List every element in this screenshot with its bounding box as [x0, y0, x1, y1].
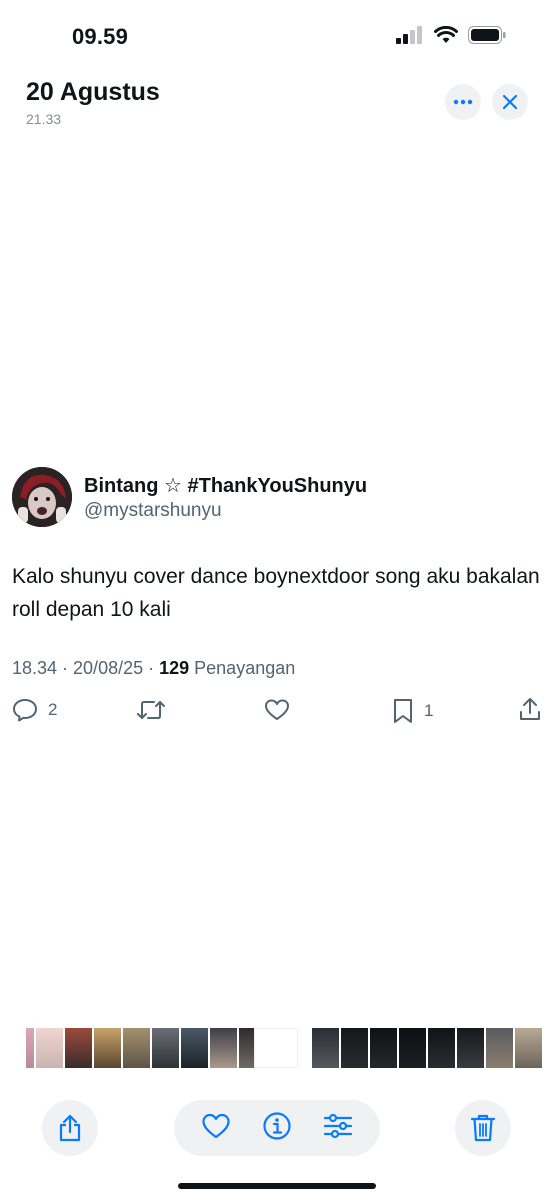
avatar[interactable] — [12, 467, 72, 527]
wifi-icon — [434, 26, 458, 43]
views-label: Penayangan — [189, 658, 296, 678]
heart-icon — [202, 1113, 230, 1138]
share-button[interactable] — [518, 696, 542, 722]
thumbnail[interactable] — [210, 1028, 237, 1068]
thumbnail-current[interactable] — [254, 1028, 298, 1068]
retweet-button[interactable] — [136, 698, 166, 722]
thumbnail[interactable] — [181, 1028, 208, 1068]
status-icons — [396, 26, 506, 44]
favorite-button[interactable] — [201, 1112, 231, 1145]
ios-share-button[interactable] — [42, 1100, 98, 1156]
thumbnail[interactable] — [341, 1028, 368, 1068]
more-icon — [453, 99, 473, 105]
thumbnail[interactable] — [428, 1028, 455, 1068]
thumbnail[interactable] — [515, 1028, 542, 1068]
share-icon — [520, 698, 540, 720]
status-bar: 09.59 — [0, 0, 554, 70]
thumbnail[interactable] — [457, 1028, 484, 1068]
home-indicator[interactable] — [178, 1183, 376, 1189]
close-button[interactable] — [492, 84, 528, 120]
thumbnail[interactable] — [399, 1028, 426, 1068]
header-title: 20 Agustus — [26, 78, 160, 106]
display-name[interactable]: Bintang ☆ #ThankYouShunyu — [84, 473, 367, 498]
views-count: 129 — [159, 658, 190, 678]
header-time: 21.33 — [26, 111, 62, 127]
adjust-button[interactable] — [323, 1112, 353, 1145]
photo-filmstrip[interactable] — [26, 1028, 546, 1068]
user-handle[interactable]: @mystarshunyu — [84, 500, 222, 522]
delete-button[interactable] — [455, 1100, 511, 1156]
tweet-text: Kalo shunyu cover dance boynextdoor song… — [12, 565, 540, 621]
thumbnail[interactable] — [36, 1028, 63, 1068]
tweet-actions: 2 1 — [0, 698, 554, 728]
reply-count: 2 — [48, 700, 58, 719]
thumbnail[interactable] — [123, 1028, 150, 1068]
thumbnail[interactable] — [486, 1028, 513, 1068]
reply-button[interactable]: 2 — [12, 698, 57, 722]
bottom-toolbar — [0, 1100, 554, 1160]
tweet-meta: 18.34 · 20/08/25 · 129 Penayangan — [12, 658, 295, 679]
cellular-signal-icon — [396, 26, 422, 44]
bookmark-button[interactable]: 1 — [392, 698, 433, 724]
thumbnail[interactable] — [94, 1028, 121, 1068]
bookmark-icon — [394, 699, 412, 723]
photo-header: 20 Agustus 21.33 — [0, 76, 554, 136]
adjust-icon — [323, 1113, 352, 1138]
battery-icon — [468, 26, 506, 44]
reply-icon — [13, 699, 37, 722]
close-icon — [503, 95, 517, 109]
info-icon — [263, 1111, 291, 1140]
thumbnail[interactable] — [370, 1028, 397, 1068]
like-button[interactable] — [264, 698, 290, 722]
like-icon — [265, 699, 289, 720]
thumbnail[interactable] — [26, 1028, 34, 1068]
retweet-icon — [137, 701, 165, 719]
tweet-timestamp: 18.34 · 20/08/25 · — [12, 658, 160, 678]
info-button[interactable] — [262, 1111, 292, 1146]
thumbnail[interactable] — [152, 1028, 179, 1068]
photo-actions-pill — [174, 1100, 380, 1156]
trash-icon — [470, 1114, 496, 1142]
status-time: 09.59 — [72, 24, 129, 49]
bookmark-count: 1 — [424, 701, 434, 720]
more-button[interactable] — [445, 84, 481, 120]
ios-share-icon — [59, 1114, 81, 1142]
thumbnail[interactable] — [65, 1028, 92, 1068]
thumbnail[interactable] — [312, 1028, 339, 1068]
